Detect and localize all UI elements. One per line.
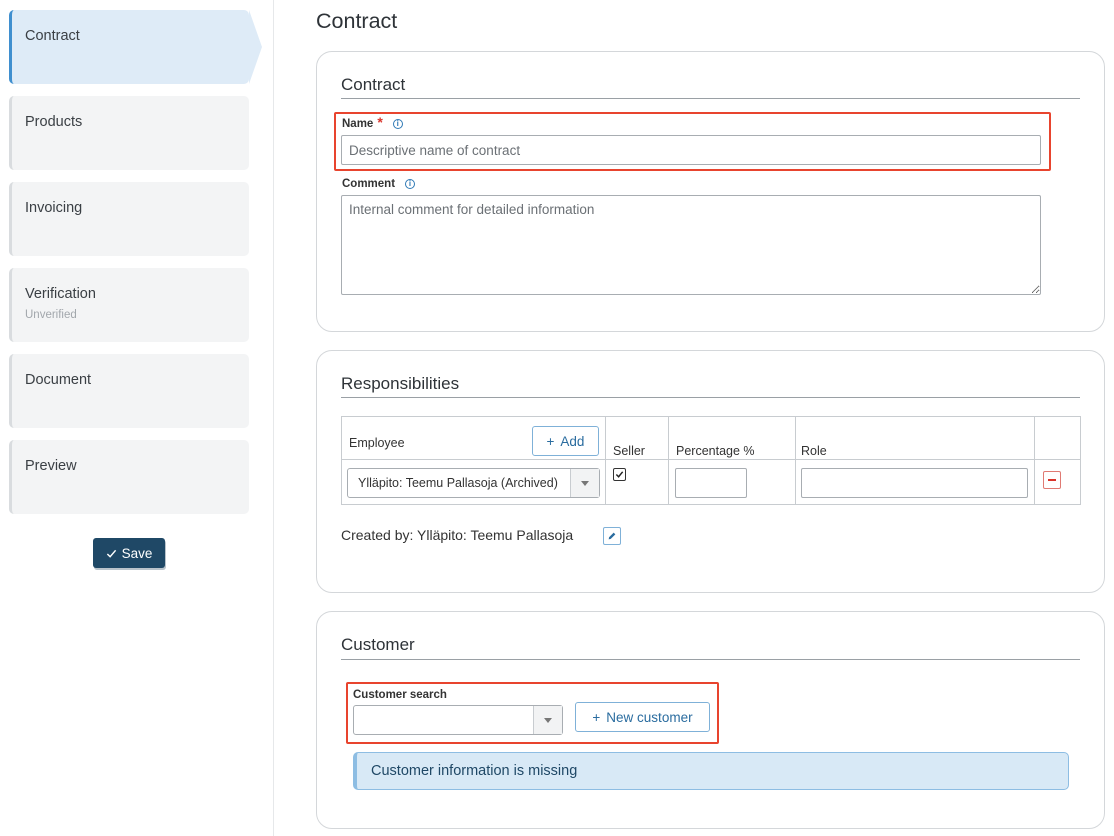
step-document[interactable]: Document [9, 354, 249, 428]
percentage-header: Percentage % [676, 444, 755, 458]
comment-label-row: Comment i [342, 178, 416, 190]
dropdown-arrow[interactable] [533, 706, 562, 734]
step-label: Invoicing [25, 200, 83, 216]
divider [341, 659, 1080, 660]
step-products[interactable]: Products [9, 96, 249, 170]
card-title: Customer [341, 635, 415, 654]
caret-down-icon [544, 717, 552, 723]
employee-value: Ylläpito: Teemu Pallasoja (Archived) [358, 476, 558, 490]
pencil-icon [608, 532, 616, 540]
add-employee-button[interactable]: + Add [532, 426, 599, 456]
alert-message: Customer information is missing [371, 763, 578, 779]
name-label: Name [342, 118, 374, 130]
check-icon [106, 549, 116, 558]
step-label: Verification [25, 286, 96, 302]
add-label: Add [560, 433, 585, 449]
step-preview[interactable]: Preview [9, 440, 249, 514]
step-status: Unverified [25, 309, 77, 321]
comment-textarea[interactable] [341, 195, 1041, 295]
new-customer-label: New customer [606, 709, 693, 725]
wizard-sidebar: Contract Products Invoicing Verification… [0, 0, 274, 836]
step-contract[interactable]: Contract [9, 10, 262, 84]
step-invoicing[interactable]: Invoicing [9, 182, 249, 256]
employee-select[interactable]: Ylläpito: Teemu Pallasoja (Archived) [347, 468, 600, 498]
plus-icon: + [592, 709, 601, 725]
edit-creator-button[interactable] [603, 527, 621, 545]
customer-card: Customer Customer search + New customer … [316, 611, 1105, 829]
plus-icon: + [546, 433, 555, 449]
step-label: Contract [25, 28, 80, 44]
step-label: Products [25, 114, 83, 130]
created-by-text: Created by: Ylläpito: Teemu Pallasoja [341, 527, 574, 543]
info-icon[interactable]: i [405, 179, 416, 189]
remove-row-button[interactable] [1043, 471, 1061, 489]
save-button-label: Save [121, 545, 153, 561]
percentage-input[interactable] [675, 468, 747, 498]
new-customer-button[interactable]: + New customer [575, 702, 710, 732]
check-icon [615, 471, 624, 478]
required-mark: * [377, 114, 383, 130]
customer-search-select[interactable] [353, 705, 563, 735]
divider [341, 98, 1080, 99]
divider [341, 397, 1080, 398]
customer-search-label-row: Customer search [353, 689, 447, 701]
responsibilities-card: Responsibilities Employee + Add Seller P… [316, 350, 1105, 593]
name-label-row: Name * i [342, 114, 403, 130]
step-label: Preview [25, 458, 77, 474]
seller-checkbox[interactable] [613, 468, 626, 481]
step-label: Document [25, 372, 92, 388]
save-button[interactable]: Save [93, 538, 165, 568]
employee-header: Employee [349, 436, 405, 450]
seller-header: Seller [613, 444, 645, 458]
info-icon[interactable]: i [392, 119, 403, 129]
role-header: Role [801, 444, 827, 458]
dropdown-arrow[interactable] [570, 469, 599, 497]
card-title: Responsibilities [341, 374, 460, 393]
contract-name-input[interactable] [341, 135, 1041, 165]
comment-label: Comment [342, 178, 396, 190]
role-input[interactable] [801, 468, 1028, 498]
step-verification[interactable]: Verification Unverified [9, 268, 249, 342]
caret-down-icon [581, 480, 589, 486]
contract-card: Contract Name * i Comment i [316, 51, 1105, 332]
responsibilities-table: Employee + Add Seller Percentage % Role … [341, 416, 1081, 505]
card-title: Contract [341, 75, 406, 94]
page-title: Contract [316, 9, 398, 33]
customer-missing-alert: Customer information is missing [353, 752, 1069, 790]
minus-icon [1048, 479, 1056, 481]
customer-search-label: Customer search [353, 689, 447, 701]
